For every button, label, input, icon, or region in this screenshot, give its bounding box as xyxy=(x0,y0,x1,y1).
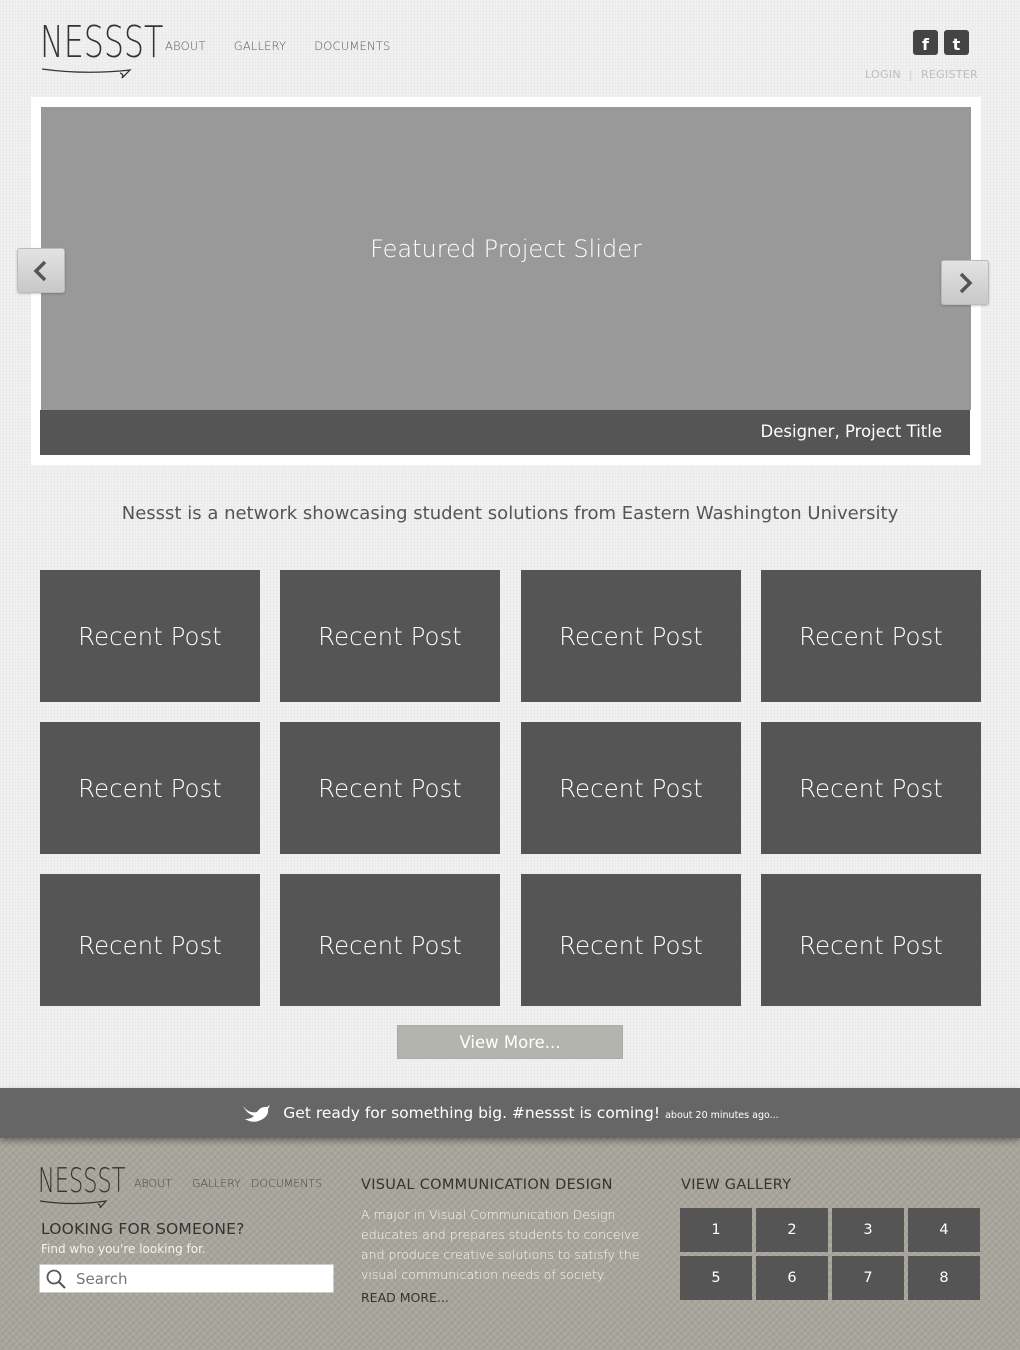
recent-post[interactable]: Recent Post xyxy=(40,722,260,854)
social-links: f t xyxy=(913,30,969,55)
facebook-icon[interactable]: f xyxy=(913,30,938,55)
nav-gallery[interactable]: GALLERY xyxy=(234,39,287,53)
site-tagline: Nessst is a network showcasing student s… xyxy=(121,503,899,524)
read-more-link[interactable]: READ MORE... xyxy=(361,1290,449,1305)
gallery-page-button[interactable]: 8 xyxy=(908,1256,980,1300)
tweet-text: Get ready for something big. #nessst is … xyxy=(283,1104,661,1122)
recent-post[interactable]: Recent Post xyxy=(280,874,500,1006)
recent-post[interactable]: Recent Post xyxy=(40,570,260,702)
recent-post[interactable]: Recent Post xyxy=(280,570,500,702)
footer-nav-documents[interactable]: DOCUMENTS xyxy=(251,1177,322,1190)
gallery-page-button[interactable]: 5 xyxy=(680,1256,752,1300)
nav-documents[interactable]: DOCUMENTS xyxy=(314,39,390,53)
chevron-left-icon xyxy=(33,260,47,281)
nav-about[interactable]: ABOUT xyxy=(165,39,206,53)
search-box xyxy=(39,1264,334,1293)
recent-post[interactable]: Recent Post xyxy=(761,874,981,1006)
auth-links: LOGIN | REGISTER xyxy=(865,68,978,81)
footer-logo[interactable]: NESSST xyxy=(38,1161,126,1212)
vcd-title: VISUAL COMMUNICATION DESIGN xyxy=(361,1177,613,1193)
login-link[interactable]: LOGIN xyxy=(865,68,901,81)
gallery-page-button[interactable]: 1 xyxy=(680,1208,752,1252)
vcd-description: A major in Visual Communication Design e… xyxy=(361,1207,640,1282)
search-input[interactable] xyxy=(76,1269,316,1288)
twitter-bird-icon xyxy=(243,1105,271,1122)
register-link[interactable]: REGISTER xyxy=(921,68,978,81)
recent-post[interactable]: Recent Post xyxy=(521,722,741,854)
recent-post[interactable]: Recent Post xyxy=(521,874,741,1006)
slider-image[interactable]: Featured Project Slider xyxy=(41,107,971,410)
recent-post[interactable]: Recent Post xyxy=(761,722,981,854)
gallery-page-button[interactable]: 2 xyxy=(756,1208,828,1252)
gallery-page-button[interactable]: 6 xyxy=(756,1256,828,1300)
logo-swoosh-icon xyxy=(41,68,132,79)
site-logo[interactable]: NESSST xyxy=(40,17,164,80)
auth-separator: | xyxy=(908,68,913,81)
slider-caption: Designer, Project Title xyxy=(40,410,970,455)
logo-swoosh-icon xyxy=(39,1200,108,1209)
gallery-page-button[interactable]: 4 xyxy=(908,1208,980,1252)
view-more-button[interactable]: View More... xyxy=(397,1025,623,1059)
recent-post[interactable]: Recent Post xyxy=(40,874,260,1006)
twitter-feed-bar: Get ready for something big. #nessst is … xyxy=(0,1088,1020,1138)
slider-title: Featured Project Slider xyxy=(370,234,642,263)
twitter-icon[interactable]: t xyxy=(944,30,969,55)
footer-nav-about[interactable]: ABOUT xyxy=(134,1177,172,1190)
search-icon xyxy=(46,1269,66,1289)
footer-nav: ABOUT GALLERY DOCUMENTS xyxy=(134,1177,322,1190)
featured-slider: Featured Project Slider Designer, Projec… xyxy=(31,97,981,465)
looking-title: LOOKING FOR SOMEONE? xyxy=(41,1220,245,1238)
gallery-page-button[interactable]: 3 xyxy=(832,1208,904,1252)
recent-post[interactable]: Recent Post xyxy=(761,570,981,702)
recent-post[interactable]: Recent Post xyxy=(280,722,500,854)
view-gallery-title: VIEW GALLERY xyxy=(681,1177,792,1193)
gallery-page-button[interactable]: 7 xyxy=(832,1256,904,1300)
footer-logo-text: NESSST xyxy=(38,1161,126,1201)
recent-post[interactable]: Recent Post xyxy=(521,570,741,702)
chevron-right-icon xyxy=(959,272,973,293)
footer-nav-gallery[interactable]: GALLERY xyxy=(192,1177,241,1190)
looking-subtitle: Find who you're looking for. xyxy=(41,1242,206,1256)
top-nav: ABOUT GALLERY DOCUMENTS xyxy=(165,39,391,53)
logo-text: NESSST xyxy=(40,17,164,68)
slider-prev-button[interactable] xyxy=(17,248,65,293)
tweet-timestamp: about 20 minutes ago... xyxy=(665,1109,779,1121)
slider-next-button[interactable] xyxy=(941,260,989,305)
